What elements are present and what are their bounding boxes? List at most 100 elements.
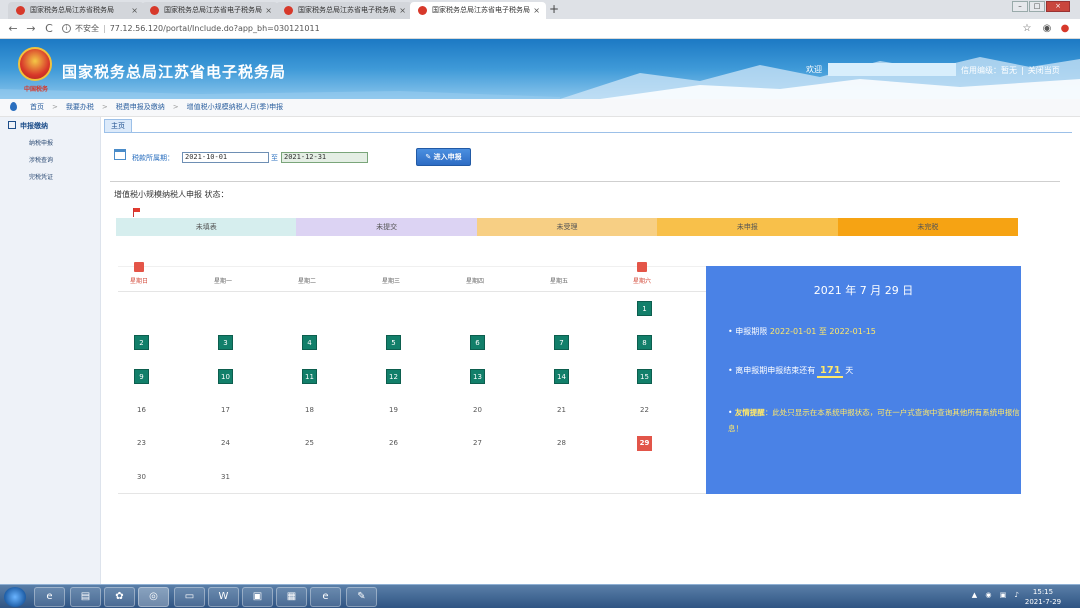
- chrome-app-icon[interactable]: ◎: [138, 587, 169, 607]
- back-icon[interactable]: ←: [6, 22, 20, 36]
- forward-icon[interactable]: →: [24, 22, 38, 36]
- close-tab-icon[interactable]: ×: [265, 2, 272, 19]
- ie-app-icon[interactable]: e: [34, 587, 65, 607]
- weekday-label: 星期日: [129, 278, 148, 285]
- security-label: 不安全: [75, 24, 99, 33]
- start-button-icon[interactable]: [4, 587, 26, 607]
- calendar-day[interactable]: 14: [554, 369, 569, 384]
- calendar-day[interactable]: 19: [386, 403, 401, 418]
- breadcrumb-home[interactable]: 首页: [30, 103, 44, 111]
- filing-calendar: 星期日 星期一 星期二 星期三 星期四 星期五 星期六 1 2 3 4 5 6 7 8 9 10 11 12 13 1…: [118, 262, 706, 494]
- profile-icon[interactable]: ◉: [1040, 22, 1054, 36]
- ie-window-icon[interactable]: e: [310, 587, 341, 607]
- deadline-label: 申报期限: [735, 327, 768, 336]
- close-tab-icon[interactable]: ×: [533, 2, 540, 19]
- calendar-day[interactable]: 26: [386, 436, 401, 451]
- calendar-day[interactable]: 31: [218, 470, 233, 485]
- reload-icon[interactable]: C: [42, 22, 56, 36]
- calendar-day[interactable]: 20: [470, 403, 485, 418]
- calendar-day[interactable]: 15: [637, 369, 652, 384]
- calendar-day[interactable]: 12: [386, 369, 401, 384]
- weekday-label: 星期六: [632, 278, 651, 285]
- calendar-day[interactable]: 16: [134, 403, 149, 418]
- calendar-day[interactable]: 21: [554, 403, 569, 418]
- photo-app-icon[interactable]: ▣: [242, 587, 273, 607]
- window-close-icon[interactable]: ×: [1046, 1, 1070, 12]
- browser-tab[interactable]: 国家税务总局江苏省税务局 ×: [8, 2, 144, 19]
- word-app-icon[interactable]: W: [208, 587, 239, 607]
- close-tab-icon[interactable]: ×: [131, 2, 138, 19]
- header-links: 信用编级：暂无 | 关闭当页: [961, 66, 1060, 75]
- notepad-app-icon[interactable]: ▭: [174, 587, 205, 607]
- tab-title: 国家税务总局江苏省电子税务局: [164, 6, 262, 14]
- close-tab-icon[interactable]: ×: [399, 2, 406, 19]
- calendar-day[interactable]: 4: [302, 335, 317, 350]
- remaining-days-row: • 离申报期申报结束还有 171 天: [728, 365, 854, 378]
- calendar-day[interactable]: 22: [637, 403, 652, 418]
- paint-app-icon[interactable]: ✎: [346, 587, 377, 607]
- calendar-day[interactable]: 11: [302, 369, 317, 384]
- bookmark-star-icon[interactable]: ☆: [1020, 22, 1034, 36]
- sidebar-item-tax-filing[interactable]: 纳税申报: [29, 138, 53, 147]
- period-end-input[interactable]: 2021-12-31: [281, 152, 368, 163]
- browser-tab[interactable]: 国家税务总局江苏省电子税务局 ×: [276, 2, 412, 19]
- calendar-day[interactable]: 13: [470, 369, 485, 384]
- tab-title: 国家税务总局江苏省电子税务局: [432, 6, 530, 14]
- weekday-label: 星期三: [381, 278, 400, 285]
- weekend-flag-icon: [637, 262, 647, 272]
- breadcrumb-item[interactable]: 税费申报及缴纳: [116, 103, 165, 111]
- sidebar-item-tax-query[interactable]: 涉税查询: [29, 155, 53, 164]
- calendar-day[interactable]: 24: [218, 436, 233, 451]
- site-header: 中国税务 国家税务总局江苏省电子税务局 欢迎 信用编级：暂无 | 关闭当页: [0, 39, 1080, 99]
- calendar-day[interactable]: 17: [218, 403, 233, 418]
- sidebar-title[interactable]: 申报缴纳: [8, 121, 48, 131]
- calendar-day[interactable]: 28: [554, 436, 569, 451]
- browser-tab[interactable]: 国家税务总局江苏省电子税务局 ×: [142, 2, 278, 19]
- calendar-day[interactable]: 23: [134, 436, 149, 451]
- browser-toolbar: ← → C i 不安全 | 77.12.56.120/portal/Include.d…: [0, 19, 1080, 39]
- calendar-day[interactable]: 3: [218, 335, 233, 350]
- address-bar[interactable]: i 不安全 | 77.12.56.120/portal/Include.do?app_…: [62, 22, 1012, 36]
- maximize-icon[interactable]: □: [1029, 1, 1045, 12]
- calendar-weekday-header: 星期日 星期一 星期二 星期三 星期四 星期五 星期六: [118, 262, 706, 292]
- breadcrumb-item[interactable]: 我要办税: [66, 103, 94, 111]
- calendar-day[interactable]: 18: [302, 403, 317, 418]
- window-controls: – □ ×: [1011, 1, 1070, 13]
- weekday-label: 星期五: [549, 278, 568, 285]
- calendar-day[interactable]: 25: [302, 436, 317, 451]
- minimize-icon[interactable]: –: [1012, 1, 1028, 12]
- system-tray-icons[interactable]: ▲ ◉ ▣ ♪: [972, 591, 1022, 599]
- tax-favicon-icon: [16, 6, 25, 15]
- status-step: 未受理: [476, 218, 658, 236]
- tab-title: 国家税务总局江苏省电子税务局: [298, 6, 396, 14]
- calendar-day[interactable]: 1: [637, 301, 652, 316]
- explorer-app-icon[interactable]: ▤: [70, 587, 101, 607]
- calendar-day[interactable]: 10: [218, 369, 233, 384]
- calendar-day[interactable]: 5: [386, 335, 401, 350]
- deadline-value: 2022-01-01 至 2022-01-15: [769, 327, 876, 336]
- color-app-icon[interactable]: ✿: [104, 587, 135, 607]
- enter-filing-button[interactable]: ✎ 进入申报: [416, 148, 471, 166]
- period-start-input[interactable]: 2021-10-01: [182, 152, 269, 163]
- extension-icon[interactable]: ●: [1058, 22, 1072, 36]
- browser-tab-active[interactable]: 国家税务总局江苏省电子税务局 ×: [410, 2, 546, 19]
- status-step: 未提交: [296, 218, 477, 236]
- calendar-day[interactable]: 30: [134, 470, 149, 485]
- sidebar-item-tax-certificate[interactable]: 完税凭证: [29, 172, 53, 181]
- info-icon[interactable]: i: [62, 24, 71, 33]
- calendar-day[interactable]: 8: [637, 335, 652, 350]
- calendar-day[interactable]: 2: [134, 335, 149, 350]
- taskbar-clock[interactable]: 15:15 2021-7-29: [1022, 587, 1064, 607]
- calendar-day[interactable]: 7: [554, 335, 569, 350]
- tab-home[interactable]: 主页: [104, 119, 132, 132]
- tab-title: 国家税务总局江苏省税务局: [30, 6, 114, 14]
- close-page-link[interactable]: 关闭当页: [1028, 66, 1060, 75]
- calendar-today[interactable]: 29: [637, 436, 652, 451]
- document-app-icon[interactable]: ▦: [276, 587, 307, 607]
- calendar-day[interactable]: 6: [470, 335, 485, 350]
- current-date-title: 2021 年 7 月 29 日: [813, 284, 914, 297]
- url-text: 77.12.56.120/portal/Include.do?app_bh=03…: [109, 24, 320, 33]
- new-tab-button[interactable]: +: [546, 2, 562, 17]
- calendar-day[interactable]: 9: [134, 369, 149, 384]
- calendar-day[interactable]: 27: [470, 436, 485, 451]
